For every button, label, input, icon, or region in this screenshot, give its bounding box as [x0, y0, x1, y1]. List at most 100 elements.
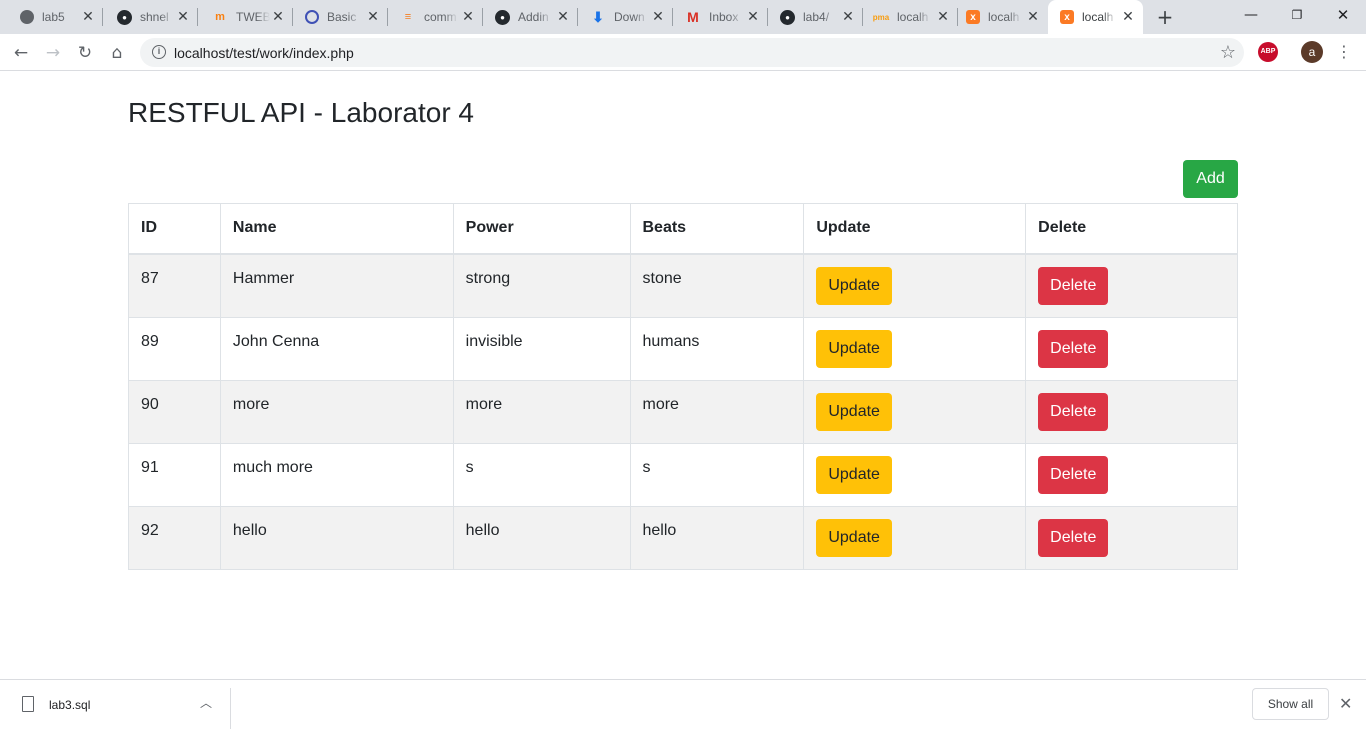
update-button[interactable]: Update	[816, 329, 892, 368]
cell-power: s	[452, 442, 631, 507]
close-icon[interactable]: ✕	[366, 10, 380, 24]
tab-xampp-1[interactable]: x localh ✕	[958, 0, 1048, 34]
update-button[interactable]: Update	[816, 518, 892, 557]
download-file-name[interactable]: lab3.sql	[49, 698, 90, 712]
update-button[interactable]: Update	[816, 455, 892, 494]
close-icon[interactable]: ✕	[746, 10, 760, 24]
header-delete: Delete	[1025, 203, 1238, 255]
tab-title: localh	[988, 10, 1020, 24]
page-title: RESTFUL API - Laborator 4	[128, 97, 474, 128]
window-close-icon[interactable]: ✕	[1320, 0, 1366, 30]
cell-update: Update	[803, 316, 1027, 381]
table-row: 89 John Cenna invisible humans Update De…	[128, 316, 1238, 381]
tab-tweb[interactable]: m TWEB ✕	[198, 0, 293, 34]
restore-icon[interactable]: ❐	[1274, 0, 1320, 30]
minimize-icon[interactable]: —	[1228, 0, 1274, 30]
table-row: 91 much more s s Update Delete	[128, 442, 1238, 507]
menu-icon[interactable]: ⋮	[1336, 40, 1352, 64]
back-icon[interactable]: ←	[8, 40, 34, 66]
tab-title: comm	[424, 10, 457, 24]
header-beats: Beats	[629, 203, 805, 255]
table-row: 87 Hammer strong stone Update Delete	[128, 253, 1238, 318]
tab-lab4[interactable]: ● lab4/ ✕	[768, 0, 863, 34]
moodle-icon: m	[215, 11, 225, 23]
forward-icon[interactable]: →	[40, 40, 66, 66]
cell-power: more	[452, 379, 631, 444]
cell-power: hello	[452, 505, 631, 570]
delete-button[interactable]: Delete	[1038, 266, 1109, 305]
tab-title: Basic	[327, 10, 357, 24]
table-header-row: ID Name Power Beats Update Delete	[128, 203, 1238, 255]
cell-name: Hammer	[219, 253, 454, 318]
github-icon: ●	[780, 9, 795, 25]
tab-title: shnel	[140, 10, 169, 24]
close-icon[interactable]: ✕	[651, 10, 665, 24]
info-icon[interactable]: i	[152, 45, 166, 59]
close-icon[interactable]: ✕	[1121, 10, 1135, 24]
cell-id: 92	[128, 505, 221, 570]
delete-button[interactable]: Delete	[1038, 518, 1109, 557]
tab-lab5[interactable]: lab5 ✕	[0, 0, 103, 34]
download-shelf: lab3.sql ︿ Show all ✕	[0, 679, 1366, 729]
tab-addin[interactable]: ● Addin ✕	[483, 0, 578, 34]
phpmyadmin-icon: pma	[872, 12, 890, 22]
close-icon[interactable]: ✕	[81, 10, 95, 24]
header-name: Name	[219, 203, 454, 255]
tab-title: localh	[1082, 10, 1114, 24]
update-button[interactable]: Update	[816, 266, 892, 305]
tab-title: Addin	[518, 10, 549, 24]
download-icon: ⬇	[592, 8, 604, 25]
tab-basic[interactable]: Basic ✕	[293, 0, 388, 34]
new-tab-button[interactable]: +	[1154, 6, 1176, 28]
cell-name: more	[219, 379, 454, 444]
cell-id: 87	[128, 253, 221, 318]
header-power: Power	[452, 203, 631, 255]
close-icon[interactable]: ✕	[271, 10, 285, 24]
chevron-up-icon[interactable]: ︿	[200, 694, 212, 711]
delete-button[interactable]: Delete	[1038, 455, 1109, 494]
tab-down[interactable]: ⬇ Down ✕	[578, 0, 673, 34]
tab-xampp-active[interactable]: x localh ✕	[1048, 0, 1143, 34]
header-update: Update	[803, 203, 1027, 255]
cell-beats: hello	[629, 505, 805, 570]
browser-toolbar: ← → ↻ ⌂ i localhost/test/work/index.php …	[0, 34, 1366, 71]
tab-title: localh	[897, 10, 929, 24]
bookmark-star-icon[interactable]: ☆	[1220, 42, 1236, 63]
cell-name: John Cenna	[219, 316, 454, 381]
tab-inbox[interactable]: M Inbox ✕	[673, 0, 768, 34]
delete-button[interactable]: Delete	[1038, 392, 1109, 431]
tab-phpmyadmin[interactable]: pma localh ✕	[863, 0, 958, 34]
update-button[interactable]: Update	[816, 392, 892, 431]
cell-power: invisible	[452, 316, 631, 381]
close-icon[interactable]: ✕	[936, 10, 950, 24]
cell-delete: Delete	[1025, 379, 1238, 444]
table-row: 90 more more more Update Delete	[128, 379, 1238, 444]
tab-comm[interactable]: ≡ comm ✕	[388, 0, 483, 34]
cell-update: Update	[803, 253, 1027, 318]
home-icon[interactable]: ⌂	[104, 40, 130, 66]
close-icon[interactable]: ✕	[1026, 10, 1040, 24]
avatar[interactable]: a	[1301, 41, 1323, 63]
tab-title: Inbox	[709, 10, 739, 24]
address-bar[interactable]: i localhost/test/work/index.php ☆	[140, 38, 1244, 67]
adblock-icon[interactable]: ABP	[1258, 42, 1278, 62]
close-icon[interactable]: ✕	[556, 10, 570, 24]
close-icon[interactable]: ✕	[461, 10, 475, 24]
gmail-icon: M	[687, 9, 699, 25]
tab-shnel[interactable]: ● shnel ✕	[103, 0, 198, 34]
delete-button[interactable]: Delete	[1038, 329, 1109, 368]
cell-id: 91	[128, 442, 221, 507]
cell-id: 89	[128, 316, 221, 381]
show-all-button[interactable]: Show all	[1252, 688, 1329, 720]
cell-beats: humans	[629, 316, 805, 381]
add-button[interactable]: Add	[1183, 160, 1238, 198]
close-icon[interactable]: ✕	[1339, 694, 1352, 713]
github-icon: ●	[117, 9, 132, 25]
cell-id: 90	[128, 379, 221, 444]
cell-update: Update	[803, 505, 1027, 570]
close-icon[interactable]: ✕	[841, 10, 855, 24]
cell-update: Update	[803, 379, 1027, 444]
url-text[interactable]: localhost/test/work/index.php	[174, 45, 354, 61]
reload-icon[interactable]: ↻	[72, 40, 98, 66]
close-icon[interactable]: ✕	[176, 10, 190, 24]
